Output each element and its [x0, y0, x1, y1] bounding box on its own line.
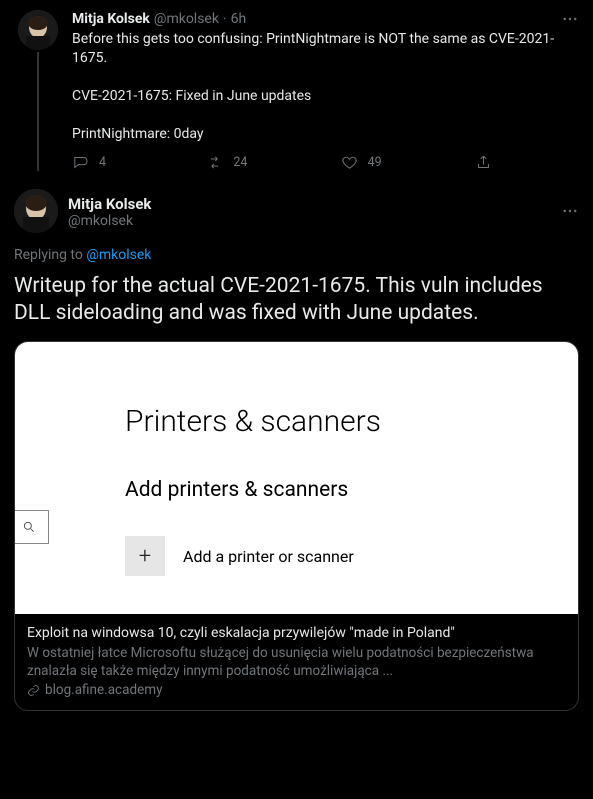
separator: · [223, 10, 227, 28]
tweet-text: Before this gets too confusing: PrintNig… [72, 30, 579, 144]
detail-header: Mitja Kolsek @mkolsek [14, 189, 579, 233]
like-count: 49 [368, 155, 382, 170]
display-name[interactable]: Mitja Kolsek [72, 10, 150, 28]
add-printer-label: Add a printer or scanner [183, 547, 354, 566]
tweet-actions: 4 24 49 [72, 154, 492, 171]
like-button[interactable]: 49 [341, 154, 475, 171]
handle[interactable]: @mkolsek [154, 10, 219, 28]
avatar[interactable] [18, 10, 58, 50]
replying-to: Replying to @mkolsek [14, 247, 579, 263]
replying-prefix: Replying to [14, 247, 86, 263]
card-domain-text: blog.afine.academy [45, 682, 162, 698]
plus-icon: + [125, 536, 165, 576]
card-domain: blog.afine.academy [27, 682, 566, 698]
link-icon [27, 684, 40, 697]
name-stack: Mitja Kolsek @mkolsek [68, 194, 151, 229]
settings-title: Printers & scanners [125, 404, 381, 439]
card-meta: Exploit na windowsa 10, czyli eskalacja … [15, 614, 578, 710]
settings-subtitle: Add printers & scanners [125, 478, 348, 502]
retweet-button[interactable]: 24 [206, 154, 340, 171]
thread-line [37, 52, 39, 171]
add-printer-row: + Add a printer or scanner [125, 536, 354, 576]
reply-count: 4 [99, 155, 106, 170]
handle[interactable]: @mkolsek [68, 213, 151, 229]
more-icon[interactable] [561, 202, 579, 220]
avatar[interactable] [14, 189, 58, 233]
card-image: Printers & scanners Add printers & scann… [15, 342, 578, 614]
tweet-header: Mitja Kolsek @mkolsek · 6h [72, 10, 579, 28]
search-box [15, 510, 49, 544]
tweet-text: Writeup for the actual CVE-2021-1675. Th… [14, 273, 579, 327]
share-button[interactable] [475, 154, 492, 171]
more-icon[interactable] [561, 10, 579, 28]
tweet-body: Mitja Kolsek @mkolsek · 6h Before this g… [72, 10, 579, 171]
card-title: Exploit na windowsa 10, czyli eskalacja … [27, 624, 566, 642]
parent-tweet[interactable]: Mitja Kolsek @mkolsek · 6h Before this g… [0, 0, 593, 179]
replying-handle[interactable]: @mkolsek [86, 247, 151, 263]
display-name[interactable]: Mitja Kolsek [68, 195, 151, 213]
avatar-column [14, 10, 62, 171]
card-description: W ostatniej łatce Microsoftu służącej do… [27, 644, 566, 680]
link-card[interactable]: Printers & scanners Add printers & scann… [14, 341, 579, 711]
reply-button[interactable]: 4 [72, 154, 206, 171]
detail-tweet: Mitja Kolsek @mkolsek Replying to @mkols… [0, 179, 593, 719]
retweet-count: 24 [233, 155, 247, 170]
timestamp[interactable]: 6h [231, 10, 247, 28]
